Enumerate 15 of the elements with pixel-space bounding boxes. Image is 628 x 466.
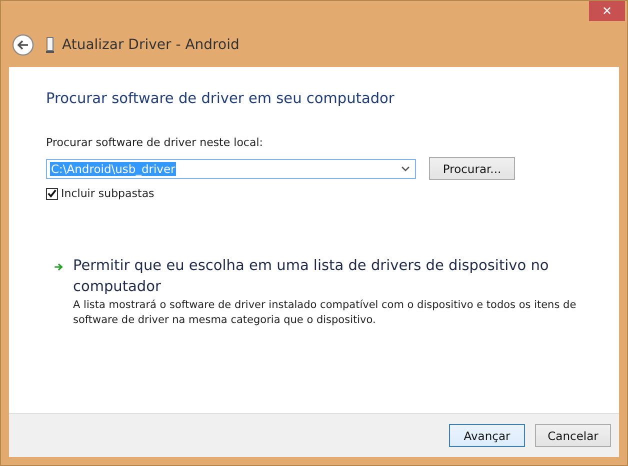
checkbox[interactable] — [46, 188, 58, 200]
option-description: A lista mostrará o software de driver instalado compatível com o dispositivo e todos os itens de software de driver na mesma categoria que o dispositivo. — [73, 298, 578, 328]
arrow-icon — [54, 261, 63, 273]
caret-icon — [401, 166, 410, 172]
back-icon[interactable] — [12, 34, 34, 56]
browse-button[interactable]: Procurar... — [429, 157, 515, 180]
close-button[interactable]: ✕ — [589, 1, 625, 21]
dialog-button[interactable]: Cancelar — [535, 424, 611, 447]
location-label: Procurar software de driver neste local: — [46, 136, 264, 149]
page-heading: Procurar software de driver em seu computador — [46, 91, 396, 107]
window-title: Atualizar Driver - Android — [62, 37, 240, 53]
dialog-button[interactable]: Avançar — [449, 424, 525, 447]
checkbox-label: Incluir subpastas — [61, 187, 154, 200]
option-link[interactable]: Permitir que eu escolha em uma lista de drivers de dispositivo no computador — [73, 256, 583, 298]
device-icon — [46, 37, 54, 53]
